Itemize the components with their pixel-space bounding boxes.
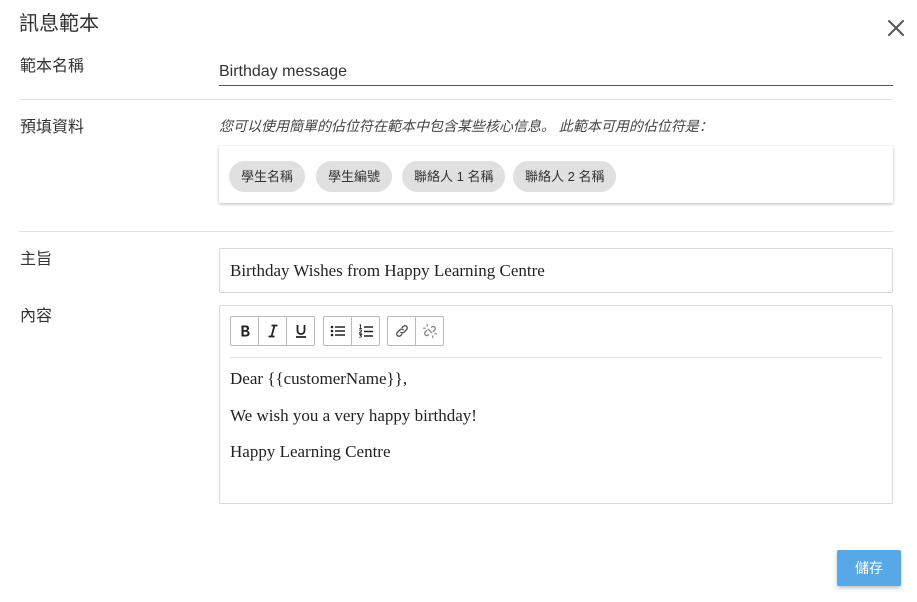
save-button[interactable]: 儲存: [837, 550, 901, 586]
content-line: We wish you a very happy birthday!: [230, 406, 477, 425]
close-button[interactable]: [884, 16, 908, 40]
close-icon: [888, 20, 904, 36]
underline-button[interactable]: [286, 316, 315, 346]
toolbar-divider: [230, 357, 882, 358]
unlink-button[interactable]: [415, 316, 444, 346]
numbered-list-icon: [358, 324, 373, 338]
subject-value: Birthday Wishes from Happy Learning Cent…: [230, 261, 545, 280]
link-button[interactable]: [387, 316, 416, 346]
placeholder-chip-contact-1-name[interactable]: 聯絡人 1 名稱: [402, 161, 506, 192]
placeholder-hint: 您可以使用簡單的佔位符在範本中包含某些核心信息。 此範本可用的佔位符是：: [219, 118, 713, 134]
italic-icon: [268, 324, 277, 338]
prefill-label: 預填資料: [20, 119, 85, 136]
content-line: Dear {{customerName}},: [230, 369, 408, 388]
unlink-icon: [422, 323, 437, 339]
subject-label: 主旨: [20, 251, 53, 268]
divider: [19, 231, 893, 232]
italic-button[interactable]: [258, 316, 287, 346]
dialog-title: 訊息範本: [19, 13, 99, 35]
placeholder-chip-panel: 學生名稱 學生編號 聯絡人 1 名稱 聯絡人 2 名稱: [219, 146, 893, 203]
numbered-list-button[interactable]: [351, 316, 380, 346]
template-name-input[interactable]: Birthday message: [219, 58, 893, 86]
placeholder-chip-student-id[interactable]: 學生編號: [316, 161, 393, 192]
bullet-list-button[interactable]: [323, 316, 352, 346]
placeholder-chip-student-name[interactable]: 學生名稱: [229, 161, 306, 192]
content-line: Happy Learning Centre: [230, 442, 391, 461]
bold-icon: [241, 325, 250, 337]
placeholder-chip-contact-2-name[interactable]: 聯絡人 2 名稱: [513, 161, 617, 192]
template-name-value: Birthday message: [219, 63, 348, 80]
list-button-group: [323, 316, 380, 346]
template-name-label: 範本名稱: [20, 58, 85, 75]
link-icon: [395, 325, 408, 337]
subject-input[interactable]: Birthday Wishes from Happy Learning Cent…: [219, 248, 893, 293]
bold-button[interactable]: [230, 316, 259, 346]
format-button-group: [230, 316, 315, 346]
content-label: 內容: [20, 308, 53, 325]
underline-icon: [295, 325, 306, 338]
link-button-group: [387, 316, 444, 346]
content-editor[interactable]: Dear {{customerName}}, We wish you a ver…: [219, 305, 893, 504]
divider: [19, 99, 893, 100]
bullet-list-icon: [330, 325, 345, 337]
